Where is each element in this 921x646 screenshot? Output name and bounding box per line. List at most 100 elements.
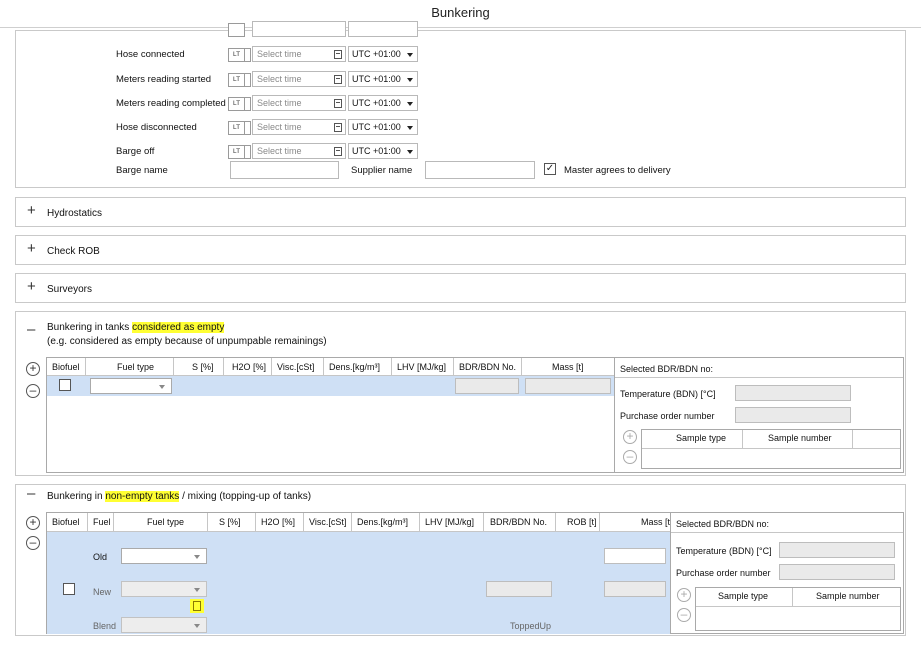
chevron-down-icon bbox=[407, 150, 413, 154]
calendar-icon[interactable] bbox=[334, 123, 342, 132]
section-check-rob[interactable]: + Check ROB bbox=[15, 235, 906, 265]
sample-grid: Sample type Sample number bbox=[641, 429, 901, 469]
calendar-icon[interactable] bbox=[334, 99, 342, 108]
time-input[interactable]: Select time bbox=[252, 46, 346, 62]
lt-toggle[interactable]: LT bbox=[228, 97, 245, 111]
calculator-icon[interactable] bbox=[190, 599, 204, 613]
old-mass-field[interactable] bbox=[604, 548, 666, 564]
calendar-icon[interactable] bbox=[334, 147, 342, 156]
lt-toggle-handle[interactable] bbox=[245, 97, 251, 111]
section-empty-tanks: – Bunkering in tanks considered as empty… bbox=[15, 311, 906, 476]
col-header: Visc.[cSt] bbox=[309, 517, 347, 527]
barge-name-input[interactable] bbox=[230, 161, 339, 179]
timezone-select[interactable]: UTC +01:00 bbox=[348, 71, 418, 87]
time-placeholder: Select time bbox=[257, 146, 302, 156]
temperature-field[interactable] bbox=[735, 385, 851, 401]
timezone-value: UTC +01:00 bbox=[352, 98, 401, 108]
mass-field[interactable] bbox=[525, 378, 611, 394]
calendar-icon[interactable] bbox=[334, 75, 342, 84]
purchase-order-label: Purchase order number bbox=[620, 411, 715, 421]
purchase-order-field[interactable] bbox=[735, 407, 851, 423]
lt-toggle[interactable]: LT bbox=[228, 48, 245, 62]
expand-icon[interactable]: + bbox=[27, 202, 36, 219]
purchase-order-field[interactable] bbox=[779, 564, 895, 580]
new-mass-field[interactable] bbox=[604, 581, 666, 597]
biofuel-checkbox[interactable] bbox=[59, 379, 71, 391]
add-sample-button[interactable]: + bbox=[677, 588, 691, 602]
chevron-down-icon bbox=[407, 126, 413, 130]
chevron-down-icon bbox=[407, 53, 413, 57]
col-header: H2O [%] bbox=[261, 517, 296, 527]
blend-fuel-type-select[interactable] bbox=[121, 617, 207, 633]
add-sample-button[interactable]: + bbox=[623, 430, 637, 444]
chevron-down-icon bbox=[407, 102, 413, 106]
event-label-hose-connected: Hose connected bbox=[116, 49, 185, 60]
topped-up-label: ToppedUp bbox=[510, 621, 552, 631]
time-input-partial[interactable] bbox=[252, 21, 346, 37]
time-input[interactable]: Select time bbox=[252, 119, 346, 135]
empty-tanks-side-panel: Selected BDR/BDN no: Temperature (BDN) [… bbox=[614, 357, 904, 473]
lt-toggle[interactable]: LT bbox=[228, 145, 245, 159]
temperature-field[interactable] bbox=[779, 542, 895, 558]
lt-toggle-handle[interactable] bbox=[245, 73, 251, 87]
section-hydrostatics[interactable]: + Hydrostatics bbox=[15, 197, 906, 227]
lt-toggle-handle[interactable] bbox=[245, 121, 251, 135]
supplier-name-input[interactable] bbox=[425, 161, 535, 179]
lt-toggle-partial[interactable] bbox=[228, 23, 245, 37]
col-header: S [%] bbox=[219, 517, 241, 527]
remove-sample-button[interactable]: – bbox=[677, 608, 691, 622]
col-header: Sample type bbox=[718, 591, 769, 601]
timezone-select[interactable]: UTC +01:00 bbox=[348, 143, 418, 159]
lt-toggle[interactable]: LT bbox=[228, 73, 245, 87]
col-header: Visc.[cSt] bbox=[277, 362, 315, 372]
barge-name-label: Barge name bbox=[116, 165, 168, 176]
calendar-icon[interactable] bbox=[334, 50, 342, 59]
window-title: Bunkering bbox=[0, 0, 921, 28]
collapse-icon[interactable]: – bbox=[27, 485, 35, 502]
col-header: BDR/BDN No. bbox=[459, 362, 517, 372]
expand-icon[interactable]: + bbox=[27, 278, 36, 295]
add-row-button[interactable]: + bbox=[26, 516, 40, 530]
title-highlight: considered as empty bbox=[132, 322, 225, 333]
timezone-select[interactable]: UTC +01:00 bbox=[348, 95, 418, 111]
timezone-select[interactable]: UTC +01:00 bbox=[348, 119, 418, 135]
time-input[interactable]: Select time bbox=[252, 95, 346, 111]
new-fuel-type-select[interactable] bbox=[121, 581, 207, 597]
lt-toggle[interactable]: LT bbox=[228, 121, 245, 135]
tz-select-partial[interactable] bbox=[348, 21, 418, 37]
new-bdr-bdn-field[interactable] bbox=[486, 581, 552, 597]
timezone-value: UTC +01:00 bbox=[352, 122, 401, 132]
lt-toggle-handle[interactable] bbox=[245, 145, 251, 159]
selected-bdr-label: Selected BDR/BDN no: bbox=[676, 519, 770, 529]
fuel-type-select[interactable] bbox=[90, 378, 172, 394]
title-prefix: Bunkering in tanks bbox=[47, 322, 133, 333]
section-surveyors[interactable]: + Surveyors bbox=[15, 273, 906, 303]
col-header: BDR/BDN No. bbox=[490, 517, 548, 527]
old-fuel-type-select[interactable] bbox=[121, 548, 207, 564]
time-input[interactable]: Select time bbox=[252, 71, 346, 87]
expand-icon[interactable]: + bbox=[27, 240, 36, 257]
chevron-down-icon bbox=[159, 385, 165, 389]
col-header: S [%] bbox=[192, 362, 214, 372]
remove-sample-button[interactable]: – bbox=[623, 450, 637, 464]
master-agrees-checkbox[interactable]: ✓ bbox=[544, 163, 556, 175]
collapse-icon[interactable]: – bbox=[27, 321, 35, 338]
events-panel: Hose connected LT Select time UTC +01:00… bbox=[15, 21, 906, 188]
temperature-label: Temperature (BDN) [°C] bbox=[620, 389, 716, 399]
add-row-button[interactable]: + bbox=[26, 362, 40, 376]
section-subtitle: (e.g. considered as empty because of unp… bbox=[47, 336, 327, 347]
event-label-barge-off: Barge off bbox=[116, 146, 155, 157]
remove-row-button[interactable]: – bbox=[26, 384, 40, 398]
timezone-value: UTC +01:00 bbox=[352, 74, 401, 84]
biofuel-checkbox[interactable] bbox=[63, 583, 75, 595]
row-label-new: New bbox=[93, 587, 112, 597]
time-input[interactable]: Select time bbox=[252, 143, 346, 159]
timezone-select[interactable]: UTC +01:00 bbox=[348, 46, 418, 62]
col-header: ROB [t] bbox=[567, 517, 597, 527]
nonempty-tanks-side-panel: Selected BDR/BDN no: Temperature (BDN) [… bbox=[670, 512, 904, 634]
section-title: Check ROB bbox=[47, 246, 100, 257]
lt-toggle-handle[interactable] bbox=[245, 48, 251, 62]
bdr-bdn-field[interactable] bbox=[455, 378, 519, 394]
remove-row-button[interactable]: – bbox=[26, 536, 40, 550]
chevron-down-icon bbox=[194, 588, 200, 592]
